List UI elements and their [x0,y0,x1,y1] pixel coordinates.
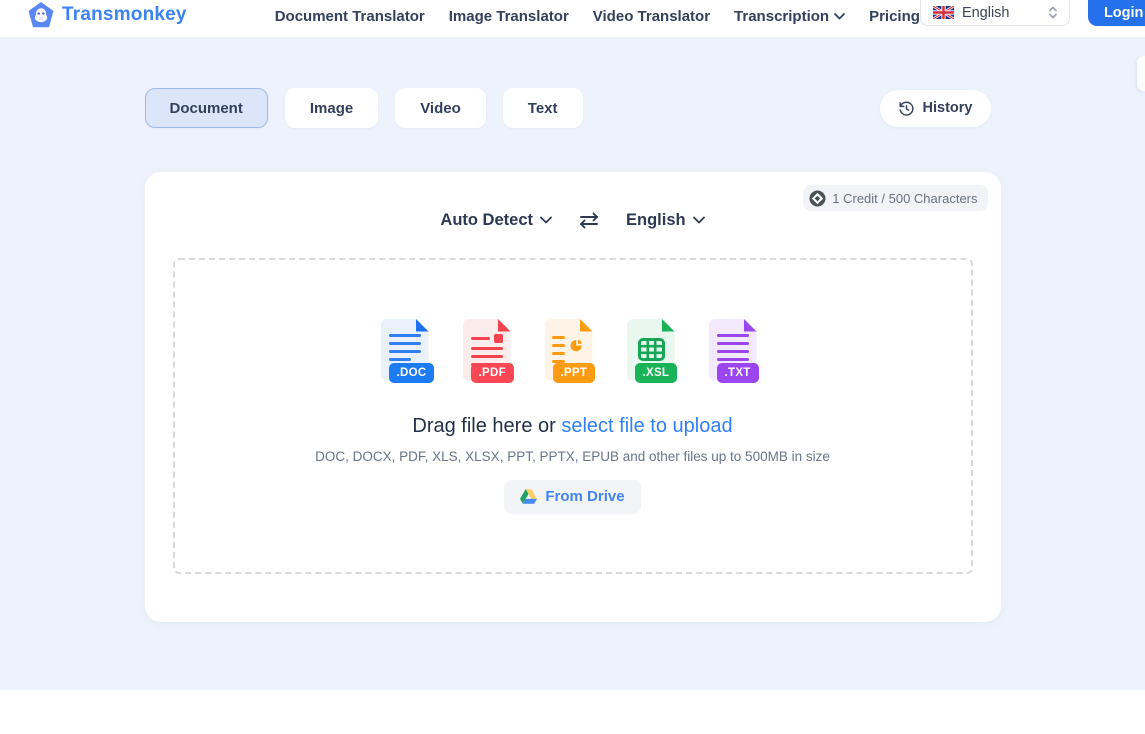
file-type-icon-txt: .TXT [707,319,767,389]
credit-coin-icon [809,190,826,207]
nav-document-translator[interactable]: Document Translator [275,8,425,25]
chevron-down-icon [540,216,552,224]
nav-label: Transcription [734,8,829,25]
target-language-dropdown[interactable]: English [626,211,705,230]
google-drive-icon [520,489,537,504]
file-type-icon-ppt: .PPT [543,319,603,389]
file-type-icons: .DOC .PDF [379,319,767,389]
source-language-value: Auto Detect [440,211,533,230]
chevron-down-icon [834,13,845,20]
file-type-icon-doc: .DOC [379,319,439,389]
side-panel-handle[interactable] [1137,56,1145,91]
tab-text[interactable]: Text [503,88,583,128]
next-section-strip [0,690,1145,734]
nav-label: Image Translator [449,8,569,25]
pdf-ext-badge: .PDF [471,363,514,383]
txt-ext-badge: .TXT [717,363,759,383]
site-language-select[interactable]: English [920,0,1070,26]
nav-transcription[interactable]: Transcription [734,8,845,25]
tab-document[interactable]: Document [145,88,268,128]
from-drive-label: From Drive [545,488,624,505]
chevron-down-icon [693,216,705,224]
history-label: History [923,100,973,116]
xsl-ext-badge: .XSL [635,363,678,383]
select-file-link[interactable]: select file to upload [561,415,732,437]
nav-label: Document Translator [275,8,425,25]
drag-text: Drag file here or [412,415,555,437]
brand-logo[interactable]: Transmonkey [28,2,187,28]
from-drive-button[interactable]: From Drive [504,480,640,514]
nav-pricing[interactable]: Pricing [869,8,920,25]
source-language-dropdown[interactable]: Auto Detect [440,211,552,230]
mode-tabs: Document Image Video Text History [145,88,1001,128]
history-button[interactable]: History [880,90,991,127]
file-type-icon-pdf: .PDF [461,319,521,389]
tab-image[interactable]: Image [285,88,378,128]
nav-label: Video Translator [593,8,710,25]
credit-badge: 1 Credit / 500 Characters [803,185,987,211]
header-right: English Login [920,0,1145,26]
drag-instruction: Drag file here or select file to upload [412,415,732,438]
main-area: Document Image Video Text History [0,38,1145,690]
header: Transmonkey Document Translator Image Tr… [0,0,1145,38]
doc-ext-badge: .DOC [389,363,435,383]
ppt-ext-badge: .PPT [553,363,596,383]
select-caret-icon [1047,5,1059,20]
supported-formats-text: DOC, DOCX, PDF, XLS, XLSX, PPT, PPTX, EP… [315,449,830,464]
history-icon [898,100,915,117]
upload-dropzone[interactable]: .DOC .PDF [173,258,973,574]
target-language-value: English [626,211,686,230]
monkey-logo-icon [28,2,54,28]
nav-video-translator[interactable]: Video Translator [593,8,710,25]
nav-label: Pricing [869,8,920,25]
translator-card: 1 Credit / 500 Characters Auto Detect [145,172,1001,622]
swap-languages-button[interactable] [576,210,602,231]
main-nav: Document Translator Image Translator Vid… [275,8,920,25]
brand-name: Transmonkey [62,4,187,26]
login-button[interactable]: Login [1088,0,1145,26]
uk-flag-icon [933,6,954,19]
file-type-icon-xsl: .XSL [625,319,685,389]
tab-video[interactable]: Video [395,88,486,128]
nav-image-translator[interactable]: Image Translator [449,8,569,25]
credit-badge-text: 1 Credit / 500 Characters [832,191,977,206]
site-language-value: English [962,5,1039,21]
